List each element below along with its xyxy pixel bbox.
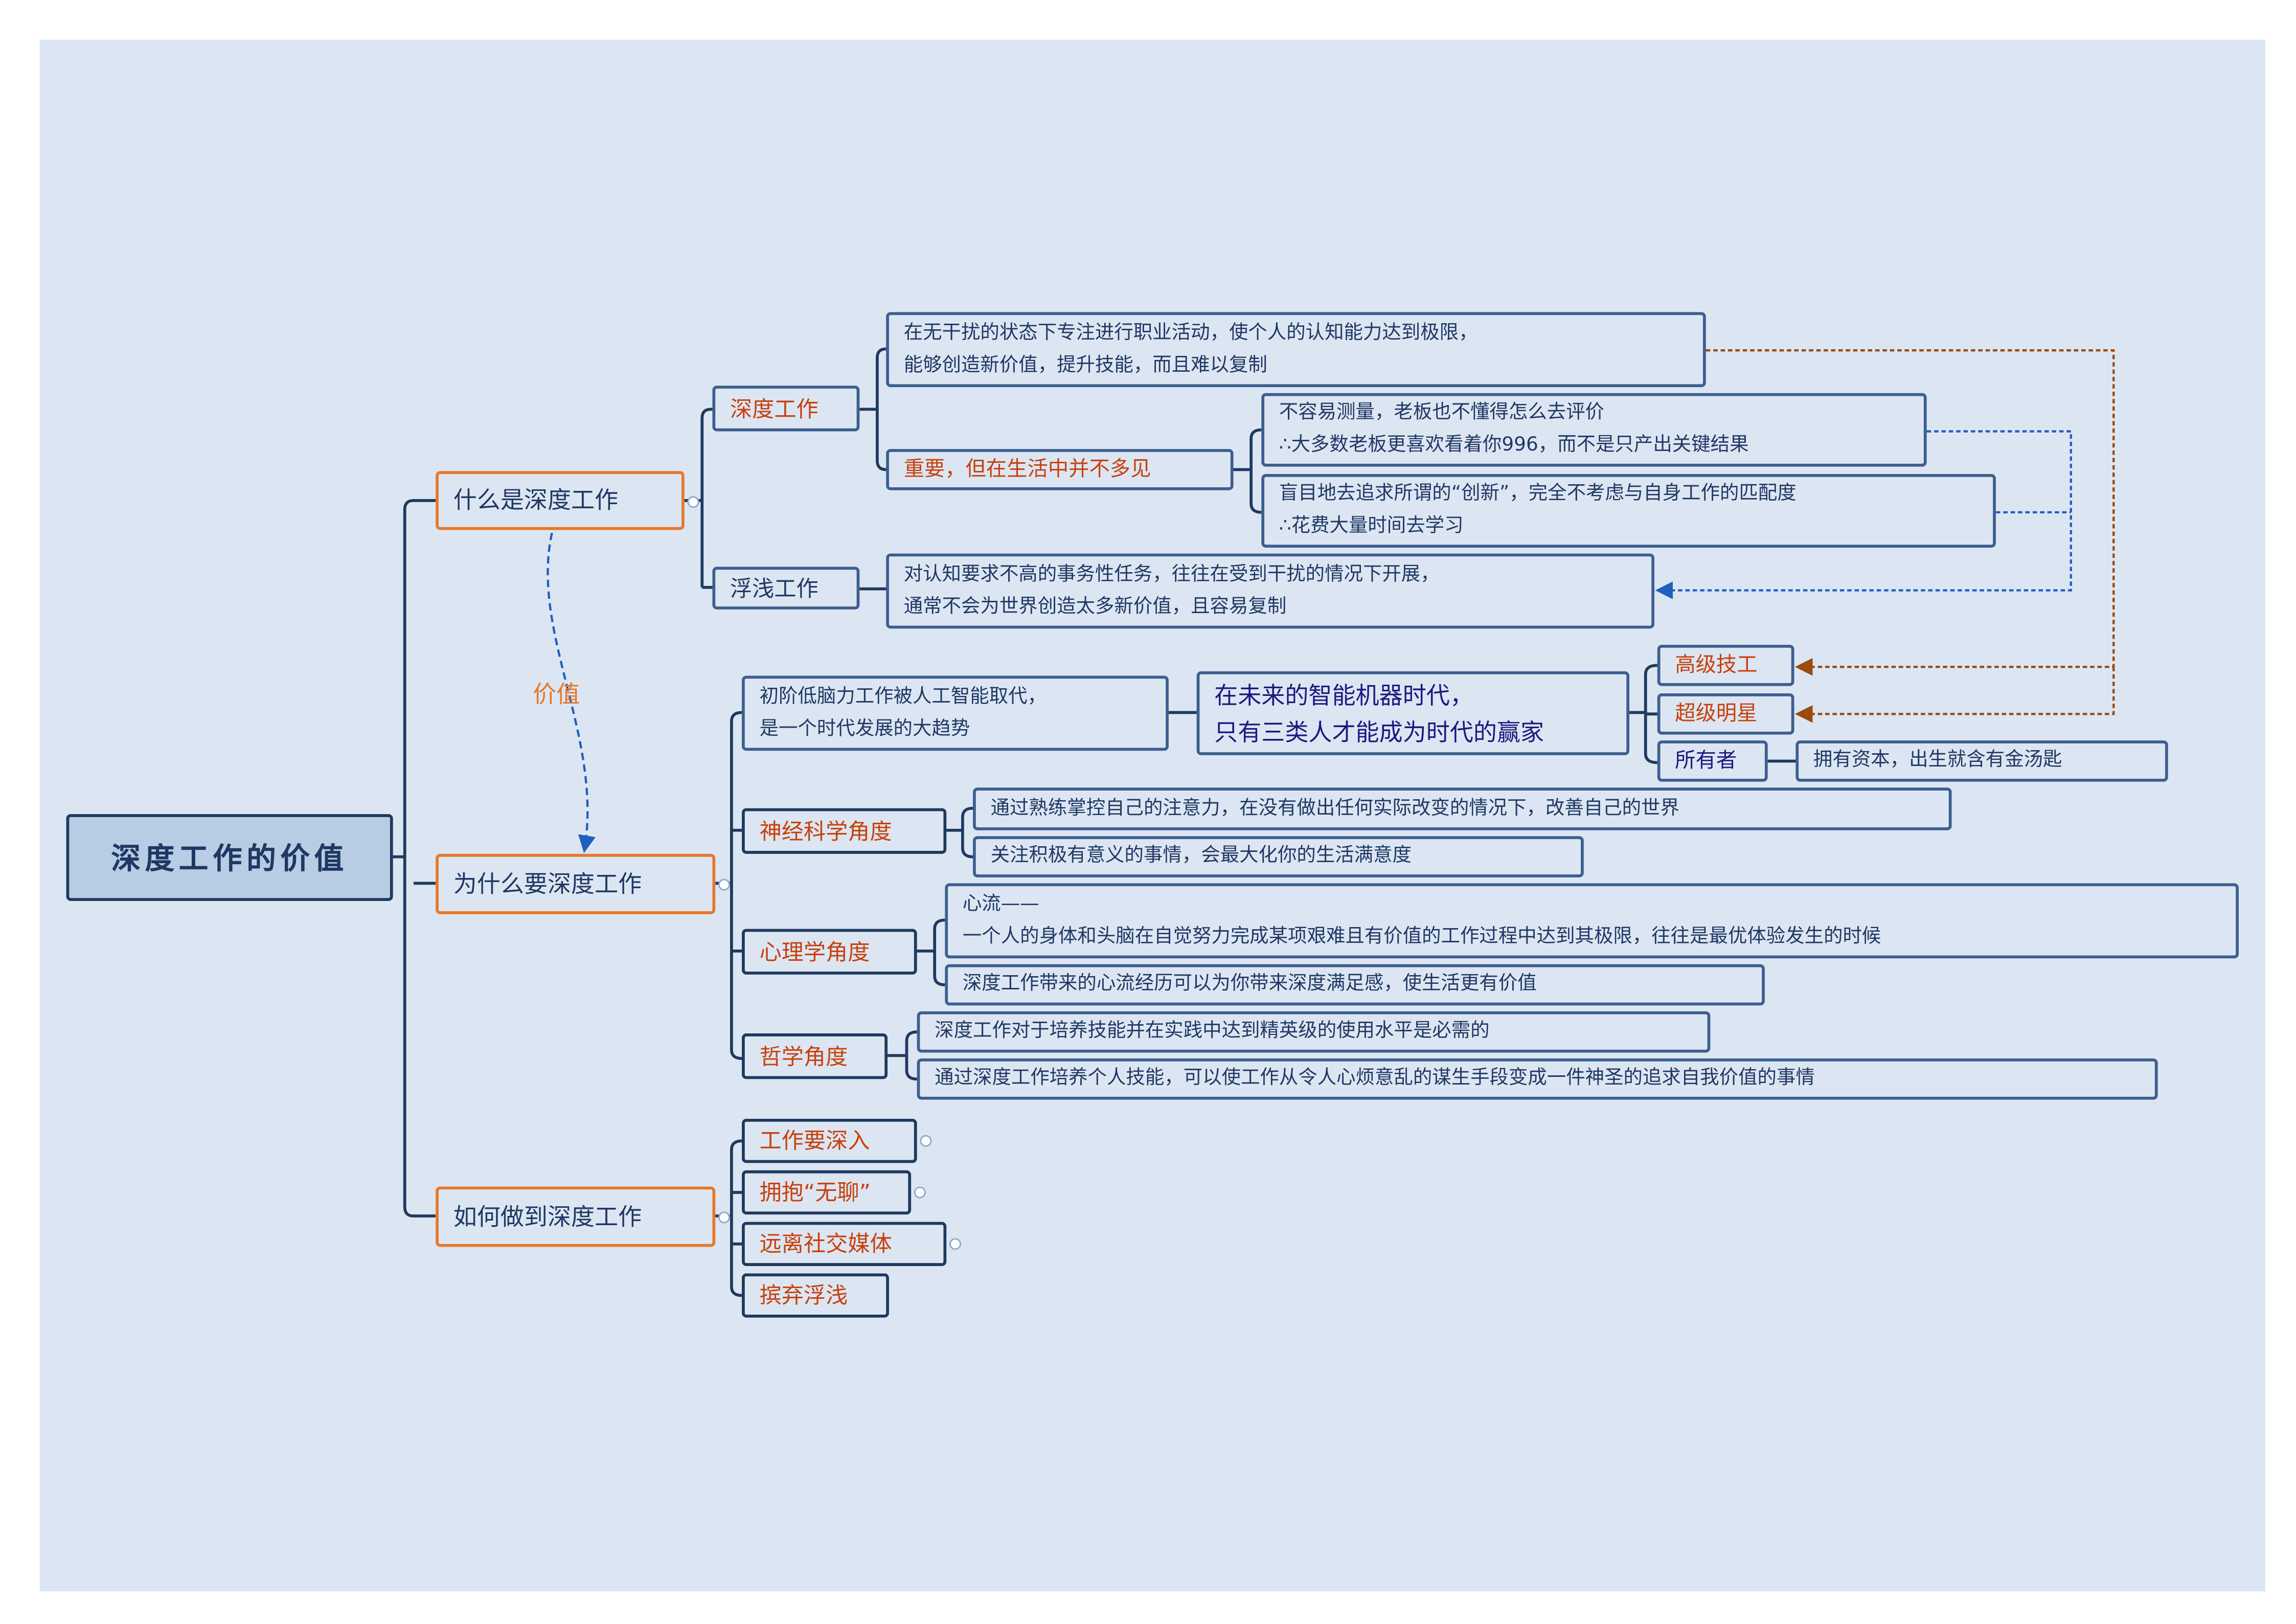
topic-label: 工作要深入 [759, 1127, 870, 1155]
topic-psychology[interactable]: 心理学角度 [742, 929, 917, 975]
text-line: 是一个时代发展的大趋势 [759, 717, 970, 740]
text-line: 通常不会为世界创造太多新价值，且容易复制 [903, 595, 1287, 618]
text-line: 通过深度工作培养个人技能，可以使工作从令人心烦意乱的谋生手段变成一件神圣的追求自… [935, 1067, 1815, 1090]
deep-work-definition[interactable]: 在无干扰的状态下专注进行职业活动，使个人的认知能力达到极限， 能够创造新价值，提升… [886, 312, 1706, 388]
text-line: 初阶低脑力工作被人工智能取代， [759, 685, 1047, 708]
how-item-go-deep[interactable]: 工作要深入 [742, 1119, 917, 1163]
topic-label: 拥抱“无聊” [759, 1179, 871, 1206]
text-line: ∴花费大量时间去学习 [1279, 515, 1464, 537]
topic-label: 神经科学角度 [759, 818, 892, 845]
how-item-quit-social-media[interactable]: 远离社交媒体 [742, 1222, 947, 1266]
topic-philosophy[interactable]: 哲学角度 [742, 1033, 888, 1079]
connector-psych [917, 918, 945, 986]
text-line: 对认知要求不高的事务性任务，往往在受到干扰的情况下开展， [903, 563, 1440, 585]
root-topic[interactable]: 深度工作的价值 [66, 814, 393, 901]
connector-rare [1233, 428, 1262, 514]
collapse-toggle-icon[interactable] [718, 1211, 730, 1224]
how-item-embrace-boredom[interactable]: 拥抱“无聊” [742, 1170, 912, 1215]
text-line: 深度工作对于培养技能并在实践中达到精英级的使用水平是必需的 [935, 1020, 1490, 1043]
topic-label: 浮浅工作 [730, 575, 819, 602]
future-winners[interactable]: 在未来的智能机器时代， 只有三类人才能成为时代的赢家 [1196, 671, 1630, 755]
text-line: 通过熟练掌控自己的注意力，在没有做出任何实际改变的情况下，改善自己的世界 [990, 797, 1679, 820]
topic-how-deep-work[interactable]: 如何做到深度工作 [436, 1186, 716, 1247]
topic-shallow-work[interactable]: 浮浅工作 [712, 567, 860, 610]
psych-item[interactable]: 深度工作带来的心流经历可以为你带来深度满足感，使生活更有价值 [945, 964, 1765, 1006]
psych-flow[interactable]: 心流—— 一个人的身体和头脑在自觉努力完成某项艰难且有价值的工作过程中达到其极限，… [945, 883, 2239, 959]
winner-owner[interactable]: 所有者 [1657, 740, 1768, 782]
topic-label: 远离社交媒体 [759, 1230, 892, 1257]
topic-label: 什么是深度工作 [453, 486, 619, 514]
rare-reason-1[interactable]: 不容易测量，老板也不懂得怎么去评价 ∴大多数老板更喜欢看着你996，而不是只产出关… [1261, 393, 1927, 467]
text-line: 一个人的身体和头脑在自觉努力完成某项艰难且有价值的工作过程中达到其极限，往往是最… [962, 925, 1881, 948]
root-topic-label: 深度工作的价值 [111, 840, 348, 875]
topic-label: 高级技工 [1675, 653, 1758, 678]
relation-label[interactable]: 价值 [533, 674, 580, 710]
text-line: 深度工作带来的心流经历可以为你带来深度满足感，使生活更有价值 [962, 973, 1537, 996]
text-line: 在未来的智能机器时代， [1214, 681, 1473, 709]
text-line: 只有三类人才能成为时代的赢家 [1214, 717, 1544, 746]
topic-label: 为什么要深度工作 [453, 869, 642, 897]
expand-toggle-icon[interactable] [914, 1186, 926, 1199]
topic-label: 心理学角度 [759, 938, 870, 965]
text-line: 心流—— [962, 893, 1039, 915]
text-line: 关注积极有意义的事情，会最大化你的生活满意度 [990, 845, 1412, 867]
connector-root [393, 499, 436, 1217]
topic-label: 重要，但在生活中并不多见 [903, 458, 1151, 482]
connector-neuro [946, 806, 973, 859]
topic-label: 摈弃浮浅 [759, 1282, 848, 1309]
topic-label: 深度工作 [730, 395, 819, 422]
winner-superstar[interactable]: 超级明星 [1657, 693, 1794, 735]
mind-map-canvas: 深度工作的价值 价值 什么是深度工作 为什么要深度工作 如何做到深度工作 深度工… [0, 0, 2296, 1624]
topic-label: 所有者 [1675, 749, 1737, 773]
text-line: 拥有资本，出生就含有金汤匙 [1813, 749, 2062, 772]
text-line: 能够创造新价值，提升技能，而且难以复制 [903, 354, 1267, 376]
collapse-toggle-icon[interactable] [718, 878, 730, 891]
topic-what-is-deep-work[interactable]: 什么是深度工作 [436, 471, 685, 530]
rare-reason-2[interactable]: 盲目地去追求所谓的“创新”，完全不考虑与自身工作的匹配度 ∴花费大量时间去学习 [1261, 474, 1996, 548]
topic-label: 哲学角度 [759, 1043, 848, 1070]
shallow-work-definition[interactable]: 对认知要求不高的事务性任务，往往在受到干扰的情况下开展， 通常不会为世界创造太多新… [886, 553, 1654, 629]
text-line: 在无干扰的状态下专注进行职业活动，使个人的认知能力达到极限， [903, 322, 1478, 344]
connector-phil [888, 1030, 917, 1081]
neuro-item-2[interactable]: 关注积极有意义的事情，会最大化你的生活满意度 [973, 836, 1584, 877]
topic-label: 超级明星 [1675, 702, 1758, 726]
relation-brown-2 [1794, 667, 2115, 723]
how-item-drain-shallows[interactable]: 摈弃浮浅 [742, 1273, 889, 1318]
owner-note[interactable]: 拥有资本，出生就含有金汤匙 [1795, 740, 2168, 782]
phil-item-2[interactable]: 通过深度工作培养个人技能，可以使工作从令人心烦意乱的谋生手段变成一件神圣的追求自… [917, 1058, 2158, 1100]
collapse-toggle-icon[interactable] [687, 496, 699, 508]
expand-toggle-icon[interactable] [949, 1238, 961, 1250]
neuro-item-1[interactable]: 通过熟练掌控自己的注意力，在没有做出任何实际改变的情况下，改善自己的世界 [973, 787, 1952, 830]
topic-deep-work[interactable]: 深度工作 [712, 386, 860, 432]
topic-neuroscience[interactable]: 神经科学角度 [742, 808, 947, 854]
topic-label: 如何做到深度工作 [453, 1202, 642, 1230]
connector-deep [859, 347, 886, 471]
topic-why-deep-work[interactable]: 为什么要深度工作 [436, 853, 716, 914]
expand-toggle-icon[interactable] [920, 1135, 932, 1147]
winner-skilled-worker[interactable]: 高级技工 [1657, 645, 1794, 686]
text-line: 盲目地去追求所谓的“创新”，完全不考虑与自身工作的匹配度 [1279, 483, 1797, 505]
ai-trend[interactable]: 初阶低脑力工作被人工智能取代， 是一个时代发展的大趋势 [742, 675, 1169, 751]
phil-item-1[interactable]: 深度工作对于培养技能并在实践中达到精英级的使用水平是必需的 [917, 1011, 1711, 1053]
topic-important-but-rare[interactable]: 重要，但在生活中并不多见 [886, 449, 1234, 490]
text-line: 不容易测量，老板也不懂得怎么去评价 [1279, 401, 1605, 424]
text-line: ∴大多数老板更喜欢看着你996，而不是只产出关键结果 [1279, 434, 1749, 457]
